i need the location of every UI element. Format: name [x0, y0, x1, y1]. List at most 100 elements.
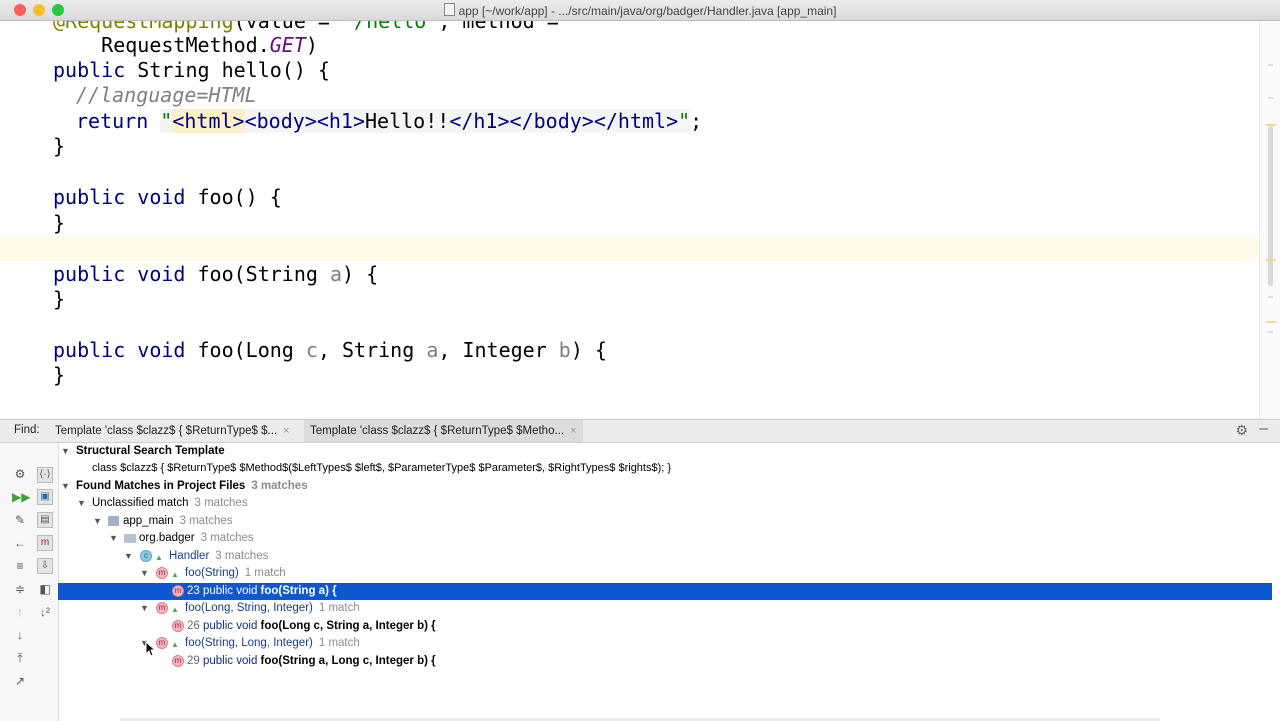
- method-icon: m: [156, 602, 168, 614]
- tree-row-found[interactable]: ▼ Found Matches in Project Files 3 matche…: [58, 478, 1272, 495]
- group-by-icon[interactable]: ▤: [37, 512, 53, 528]
- find-label: Find:: [14, 424, 40, 436]
- expand-arrow-icon[interactable]: ▼: [61, 443, 71, 460]
- code-line-8: }: [53, 211, 66, 235]
- window-title-text: app [~/work/app] - .../src/main/java/org…: [458, 4, 837, 18]
- expand-arrow-icon[interactable]: ▼: [140, 565, 150, 582]
- match-prefix: public void: [203, 585, 258, 597]
- expand-arrow-icon[interactable]: ▼: [124, 548, 134, 565]
- up-arrow-icon[interactable]: ↑: [12, 604, 28, 620]
- expand-arrow-icon[interactable]: ▼: [77, 495, 87, 512]
- method-group-count: 1 match: [244, 567, 286, 579]
- class-label: Handler: [169, 550, 210, 562]
- code-line-3: public String hello() {: [53, 58, 330, 82]
- down-arrow-icon[interactable]: ↓: [12, 627, 28, 643]
- code-line-5: return "<html><body><h1>Hello!!</h1></bo…: [76, 109, 703, 133]
- code-line-11: public void foo(Long c, String a, Intege…: [53, 338, 607, 362]
- method-icon: m: [172, 620, 184, 632]
- expand-arrow-icon[interactable]: ▼: [61, 478, 71, 495]
- template-body: class $clazz$ { $ReturnType$ $Method$($L…: [92, 462, 672, 474]
- tree-row-method-group[interactable]: ▼ m ▲ foo(Long, String, Integer) 1 match: [58, 600, 1272, 617]
- tree-row-template-body[interactable]: class $clazz$ { $ReturnType$ $Method$($L…: [58, 460, 1272, 477]
- close-tab-1-icon[interactable]: ×: [283, 425, 289, 437]
- method-group-count: 1 match: [318, 637, 360, 649]
- unclassified-label: Unclassified match: [92, 497, 189, 509]
- tree-row-method-group[interactable]: ▼ m ▲ foo(String) 1 match: [58, 565, 1272, 582]
- mouse-pointer-icon: [145, 641, 157, 657]
- tree-row-package[interactable]: ▼ org.badger 3 matches: [58, 530, 1272, 547]
- export-icon[interactable]: ⤒: [12, 650, 28, 666]
- scroll-thumb[interactable]: [1268, 126, 1273, 286]
- found-count: 3 matches: [251, 480, 308, 492]
- title-bar: app [~/work/app] - .../src/main/java/org…: [0, 0, 1280, 21]
- class-count: 3 matches: [215, 550, 269, 562]
- find-tool-window: Find: Template 'class $clazz$ { $ReturnT…: [0, 419, 1280, 721]
- back-arrow-icon[interactable]: ←: [12, 535, 28, 551]
- find-tab-2[interactable]: Template 'class $clazz$ { $ReturnType$ $…: [304, 420, 583, 442]
- editor-scrollbar[interactable]: [1259, 21, 1280, 419]
- tree-row-class[interactable]: ▼ c ▲ Handler 3 matches: [58, 548, 1272, 565]
- match-line-number: 29: [187, 655, 200, 667]
- method-icon: m: [172, 655, 184, 667]
- layout-icon[interactable]: ◧: [37, 581, 53, 597]
- gear-icon[interactable]: ⚙: [12, 466, 28, 482]
- expand-arrow-icon[interactable]: ▼: [93, 513, 103, 530]
- minimize-panel-icon[interactable]: –: [1259, 420, 1268, 438]
- preview-icon[interactable]: ▣: [37, 489, 53, 505]
- scroll-marker: [1266, 259, 1276, 261]
- method-icon: m: [172, 585, 184, 597]
- module-label: app_main: [123, 515, 174, 527]
- tree-row-match-selected[interactable]: m 23 public void foo(String a) {: [58, 583, 1272, 600]
- tree-row-match[interactable]: m 26 public void foo(Long c, String a, I…: [58, 618, 1272, 635]
- tree-row-module[interactable]: ▼ app_main 3 matches: [58, 513, 1272, 530]
- expand-arrow-icon[interactable]: ▼: [109, 530, 119, 547]
- expand-all-icon[interactable]: ≡: [12, 558, 28, 574]
- method-filter-icon[interactable]: m: [37, 535, 53, 551]
- gear-icon[interactable]: ⚙: [1235, 422, 1248, 439]
- find-toolbar: ⚙ ⟨·⟩ ▶▶ ▣ ✎ ▤ ← m ≡ ⇩ ≑ ◧ ↑ ↓² ↓ ⤒ ↗: [0, 443, 59, 721]
- tree-row-unclassified[interactable]: ▼ Unclassified match 3 matches: [58, 495, 1272, 512]
- open-external-icon[interactable]: ↗: [12, 673, 28, 689]
- tree-row-match[interactable]: m 29 public void foo(String a, Long c, I…: [58, 653, 1272, 670]
- code-line-7: public void foo() {: [53, 185, 282, 209]
- package-folder-icon: [124, 534, 136, 543]
- code-line-10: }: [53, 287, 66, 311]
- results-tree[interactable]: ▼ Structural Search Template class $claz…: [58, 443, 1280, 721]
- sort-icon[interactable]: ↓²: [37, 604, 53, 620]
- close-tab-2-icon[interactable]: ×: [570, 425, 576, 437]
- match-prefix: public void: [203, 655, 258, 667]
- public-lock-icon: ▲: [171, 640, 179, 649]
- method-group-count: 1 match: [318, 602, 360, 614]
- code-line-9: public void foo(String a) {: [53, 262, 379, 286]
- rerun-icon[interactable]: ▶▶: [12, 489, 30, 505]
- find-tab-2-label: Template 'class $clazz$ { $ReturnType$ $…: [310, 425, 565, 437]
- package-label: org.badger: [139, 532, 195, 544]
- find-tab-1[interactable]: Template 'class $clazz$ { $ReturnType$ $…: [49, 420, 296, 442]
- scroll-marker: [1266, 321, 1276, 323]
- expand-arrow-icon[interactable]: ▼: [140, 600, 150, 617]
- public-lock-icon: ▲: [171, 570, 179, 579]
- find-tab-bar: Find: Template 'class $clazz$ { $ReturnT…: [0, 420, 1280, 443]
- tree-row-method-group[interactable]: ▼ m ▲ foo(String, Long, Integer) 1 match: [58, 635, 1272, 652]
- class-icon: c: [140, 550, 152, 562]
- code-line-6: }: [53, 134, 66, 158]
- unclassified-count: 3 matches: [194, 497, 248, 509]
- code-line-2: RequestMethod.GET): [53, 33, 318, 57]
- scroll-marker: [1268, 331, 1273, 333]
- match-signature: foo(String a) {: [260, 585, 337, 597]
- module-icon: [108, 516, 119, 526]
- autoscroll-icon[interactable]: ⇩: [37, 558, 53, 574]
- tree-row-template[interactable]: ▼ Structural Search Template: [58, 443, 1272, 460]
- scroll-marker: [1268, 296, 1273, 298]
- scroll-marker: [1268, 97, 1273, 99]
- method-icon: m: [156, 567, 168, 579]
- merge-icon[interactable]: ⟨·⟩: [37, 467, 53, 483]
- code-editor[interactable]: @RequestMapping(value = "/hello", method…: [0, 21, 1280, 419]
- module-count: 3 matches: [179, 515, 233, 527]
- collapse-all-icon[interactable]: ≑: [12, 581, 28, 597]
- code-line-4: //language=HTML: [76, 83, 257, 107]
- match-signature: foo(Long c, String a, Integer b) {: [260, 620, 436, 632]
- find-tab-1-label: Template 'class $clazz$ { $ReturnType$ $…: [55, 425, 278, 437]
- pin-icon[interactable]: ✎: [12, 512, 28, 528]
- match-line-number: 23: [187, 585, 200, 597]
